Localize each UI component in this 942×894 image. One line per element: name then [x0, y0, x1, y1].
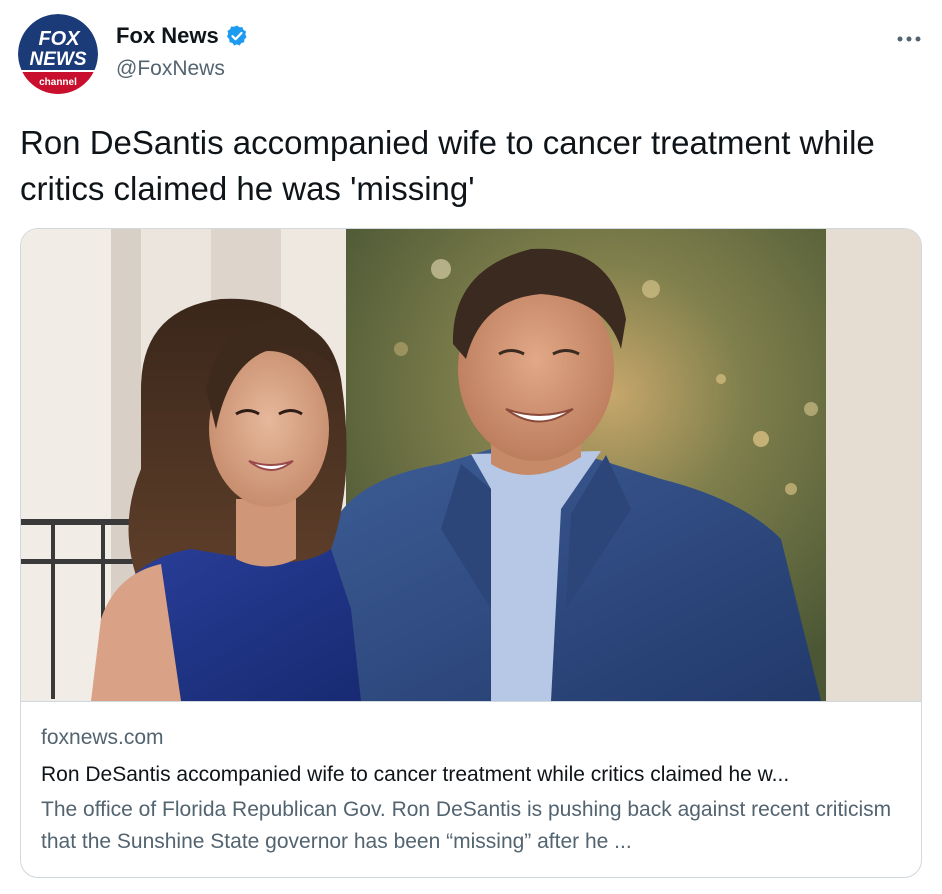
tweet-text: Ron DeSantis accompanied wife to cancer …: [20, 124, 875, 207]
logo-line3: channel: [39, 77, 77, 88]
avatar[interactable]: FOX NEWS channel: [18, 14, 98, 94]
card-description: The office of Florida Republican Gov. Ro…: [41, 798, 892, 853]
logo-line1: FOX: [38, 28, 81, 50]
card-image[interactable]: [21, 229, 921, 701]
card-divider: [21, 701, 921, 702]
verified-badge-icon: [225, 24, 249, 48]
author-name[interactable]: Fox News: [116, 22, 219, 50]
fox-news-logo: FOX NEWS channel: [18, 14, 98, 94]
card-title: Ron DeSantis accompanied wife to cancer …: [41, 763, 790, 786]
link-preview-card[interactable]: foxnews.com Ron DeSantis accompanied wif…: [20, 228, 922, 878]
more-options-icon[interactable]: [894, 24, 924, 54]
couple-photo: [21, 229, 921, 701]
author-handle[interactable]: @FoxNews: [116, 56, 225, 82]
card-domain: foxnews.com: [41, 726, 164, 749]
logo-line2: NEWS: [30, 49, 87, 70]
author-name-row[interactable]: Fox News: [116, 22, 249, 50]
tweet: FOX NEWS channel Fox News @FoxNews Ron D…: [0, 0, 942, 894]
